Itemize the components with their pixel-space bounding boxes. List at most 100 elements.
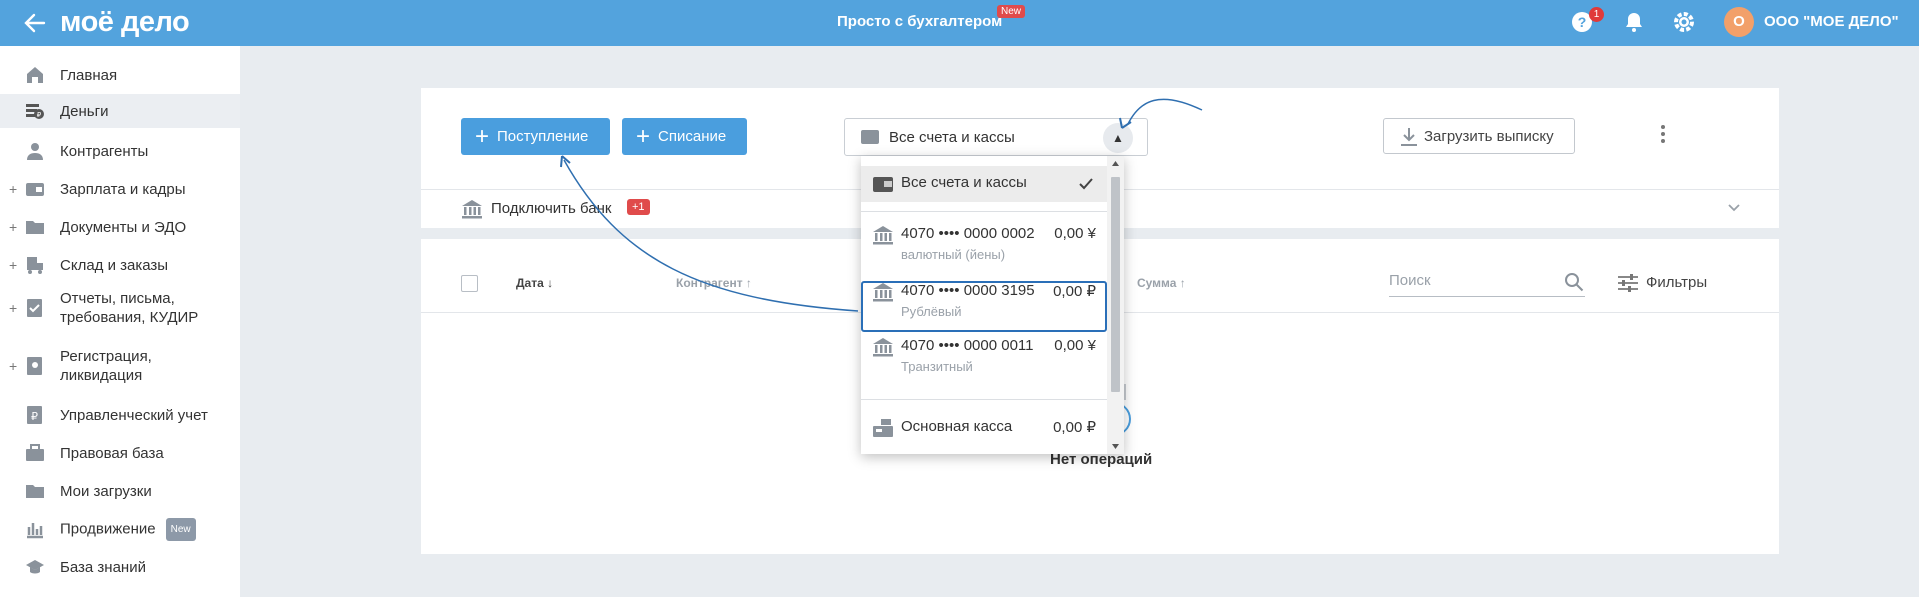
cash-amount: 0,00 ₽ [1053, 419, 1096, 436]
sidebar-item-label: База знаний [60, 558, 146, 576]
sidebar-item-legal[interactable]: Правовая база [0, 438, 240, 468]
more-menu-icon[interactable] [1659, 123, 1667, 147]
bank-icon [873, 226, 893, 245]
sidebar-item-warehouse[interactable]: + Склад и заказы [0, 250, 240, 280]
warehouse-icon [27, 257, 43, 274]
scroll-down-icon[interactable] [1111, 442, 1120, 451]
sidebar-item-downloads[interactable]: Мои загрузки [0, 476, 240, 506]
folder-icon [26, 485, 44, 498]
add-income-button[interactable]: + Поступление [461, 118, 610, 155]
money-icon: ₽ [26, 104, 44, 119]
account-type: Транзитный [901, 359, 973, 374]
scrollbar-thumb[interactable] [1111, 177, 1120, 392]
sidebar-item-label: Управленческий учет [60, 406, 208, 424]
account-type: валютный (йены) [901, 247, 1006, 262]
sidebar-item-contractors[interactable]: Контрагенты [0, 136, 240, 166]
company-name[interactable]: ООО "МОЕ ДЕЛО" [1764, 13, 1899, 30]
graduation-icon [26, 560, 44, 574]
expand-icon[interactable]: + [9, 219, 17, 235]
search-icon[interactable] [1564, 272, 1584, 292]
gear-icon[interactable] [1671, 9, 1697, 35]
new-badge: New [997, 5, 1026, 18]
sidebar-item-registration[interactable]: + Регистрация, ликвидация [0, 346, 240, 386]
filters-label: Фильтры [1646, 274, 1708, 291]
service-title[interactable]: Просто с бухгалтером [837, 13, 1002, 30]
sidebar-item-salary[interactable]: + Зарплата и кадры [0, 174, 240, 204]
option-label: Все счета и кассы [901, 174, 1027, 191]
upload-statement-label: Загрузить выписку [1424, 128, 1554, 145]
wallet-icon [861, 130, 879, 144]
account-amount: 0,00 ¥ [1054, 337, 1096, 354]
account-number: 4070 •••• 0000 0002 [901, 225, 1035, 242]
bell-icon[interactable] [1622, 10, 1646, 34]
plus-icon: + [636, 122, 651, 150]
sidebar-item-label: Главная [60, 66, 118, 84]
home-icon [27, 67, 43, 83]
dropdown-option-account[interactable]: 4070 •••• 0000 0002 0,00 ¥ валютный (йен… [861, 222, 1107, 272]
download-icon [1401, 128, 1417, 146]
sidebar-item-home[interactable]: Главная [0, 60, 240, 90]
sidebar-item-label: Деньги [60, 102, 109, 120]
search-placeholder: Поиск [1389, 272, 1431, 289]
connect-bank-label: Подключить банк [491, 200, 612, 217]
cash-label: Основная касса [901, 418, 1013, 435]
scroll-up-icon[interactable] [1111, 159, 1120, 168]
sidebar-item-label: Склад и заказы [60, 256, 169, 274]
reports-icon [27, 299, 42, 317]
sidebar-item-management[interactable]: ₽ Управленческий учет [0, 400, 240, 430]
new-badge: New [165, 517, 196, 541]
sidebar-item-label: Продвижение New [60, 517, 196, 541]
sliders-icon [1618, 274, 1638, 292]
bank-icon [873, 338, 893, 357]
accounts-select-value: Все счета и кассы [889, 129, 1015, 146]
sidebar-item-promotion[interactable]: Продвижение New [0, 514, 240, 544]
upload-statement-button[interactable]: Загрузить выписку [1383, 118, 1575, 154]
expand-icon[interactable]: + [9, 257, 17, 273]
sidebar: Главная ₽ Деньги Контрагенты + Зарплата … [0, 46, 240, 597]
column-header-date[interactable]: Дата ↓ [516, 276, 553, 290]
column-header-contractor[interactable]: Контрагент ↑ [676, 276, 752, 290]
expand-icon[interactable]: + [9, 181, 17, 197]
expand-icon[interactable]: + [9, 300, 17, 316]
sidebar-item-reports[interactable]: + Отчеты, письма, требования, КУДИР [0, 288, 240, 328]
highlighted-option-outline [861, 281, 1107, 332]
dropdown-scrollbar[interactable] [1107, 156, 1124, 454]
sidebar-item-label: Зарплата и кадры [60, 180, 186, 198]
divider [861, 211, 1107, 212]
chevron-down-icon[interactable] [1724, 200, 1744, 216]
avatar[interactable]: О [1724, 7, 1754, 37]
column-header-sum[interactable]: Сумма ↑ [1137, 276, 1186, 290]
divider [861, 399, 1107, 400]
add-income-label: Поступление [497, 128, 589, 145]
plus-icon: + [475, 122, 490, 150]
sidebar-item-money[interactable]: ₽ Деньги [0, 94, 240, 128]
chevron-up-icon[interactable]: ▲ [1103, 123, 1133, 153]
account-number: 4070 •••• 0000 0011 [901, 337, 1034, 354]
sidebar-item-label: Мои загрузки [60, 482, 152, 500]
dropdown-option-cash[interactable]: Основная касса 0,00 ₽ [861, 410, 1107, 446]
contractors-icon [27, 143, 43, 160]
briefcase-icon [26, 444, 44, 461]
expand-icon[interactable]: + [9, 358, 17, 374]
management-icon: ₽ [27, 406, 42, 424]
top-header: моё дело Просто с бухгалтером New ? 1 О … [0, 0, 1919, 46]
back-arrow-icon[interactable] [22, 10, 48, 36]
search-input[interactable]: Поиск [1389, 270, 1585, 297]
add-expense-button[interactable]: + Списание [622, 118, 747, 155]
folder-icon [26, 221, 44, 234]
bank-icon [462, 200, 482, 219]
sidebar-item-label: Отчеты, письма, требования, КУДИР [60, 290, 199, 326]
select-all-checkbox[interactable] [461, 275, 478, 292]
salary-icon [26, 183, 44, 196]
cash-register-icon [873, 419, 893, 437]
registration-icon [27, 357, 42, 375]
promo-icon [27, 523, 43, 539]
dropdown-option-all[interactable]: Все счета и кассы [861, 166, 1107, 202]
app-logo[interactable]: моё дело [60, 6, 190, 39]
wallet-icon [873, 177, 893, 192]
sidebar-item-documents[interactable]: + Документы и ЭДО [0, 212, 240, 242]
sidebar-item-knowledge[interactable]: База знаний [0, 552, 240, 582]
accounts-select[interactable]: Все счета и кассы ▲ [844, 118, 1148, 156]
notification-count-badge: 1 [1589, 7, 1604, 22]
dropdown-option-account[interactable]: 4070 •••• 0000 0011 0,00 ¥ Транзитный [861, 334, 1107, 384]
